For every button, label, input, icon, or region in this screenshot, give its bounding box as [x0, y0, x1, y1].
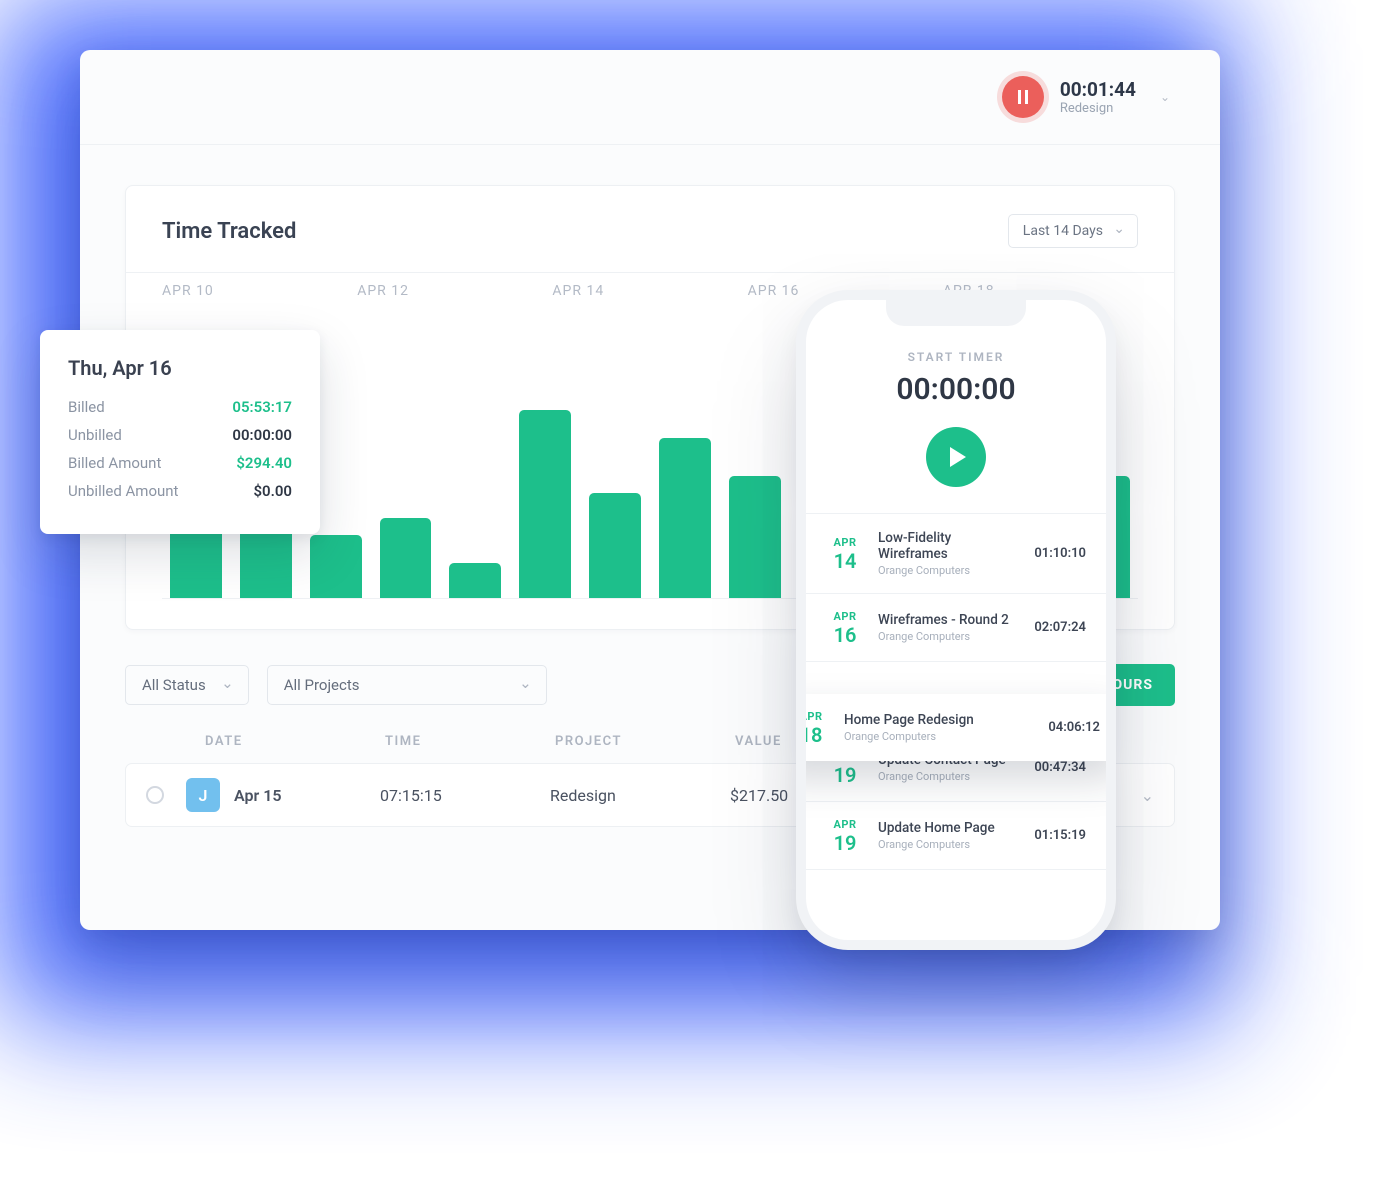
- avatar-letter: J: [199, 786, 208, 805]
- active-timer[interactable]: 00:01:44 Redesign ⌄: [1002, 76, 1170, 118]
- tooltip-row: Unbilled 00:00:00: [68, 426, 292, 444]
- status-select[interactable]: All Status: [125, 665, 249, 705]
- phone-entry[interactable]: APR 19 Update Home Page Orange Computers 01:…: [806, 802, 1106, 870]
- row-checkbox[interactable]: [146, 786, 164, 804]
- tooltip-row: Billed 05:53:17: [68, 398, 292, 416]
- entry-sub: Orange Computers: [878, 770, 1020, 783]
- cell-date: Apr 15: [234, 786, 380, 805]
- range-select[interactable]: Last 14 Days: [1008, 214, 1138, 248]
- start-timer-label: START TIMER: [806, 350, 1106, 364]
- tooltip-label: Unbilled: [68, 426, 122, 444]
- tooltip-label: Billed: [68, 398, 105, 416]
- entry-month: APR: [806, 710, 830, 723]
- tooltip-label: Billed Amount: [68, 454, 161, 472]
- entry-main: Wireframes - Round 2 Orange Computers: [878, 612, 1020, 643]
- entry-day: 18: [806, 725, 830, 745]
- entry-month: APR: [826, 536, 864, 549]
- entry-duration: 01:10:10: [1034, 546, 1086, 561]
- entry-duration: 01:15:19: [1034, 828, 1086, 843]
- pause-icon: [1018, 90, 1028, 104]
- project-select[interactable]: All Projects: [267, 665, 547, 705]
- chart-bar[interactable]: [380, 518, 432, 598]
- entry-main: Update Home Page Orange Computers: [878, 820, 1020, 851]
- chart-title: Time Tracked: [162, 219, 296, 244]
- status-label: All Status: [142, 676, 206, 694]
- range-label: Last 14 Days: [1023, 223, 1103, 239]
- play-button[interactable]: [926, 427, 986, 487]
- axis-tick: APR 16: [748, 283, 943, 299]
- phone-entry[interactable]: APR 16 Wireframes - Round 2 Orange Computer…: [806, 594, 1106, 662]
- entry-day: 14: [826, 551, 864, 571]
- th-project: PROJECT: [555, 734, 735, 749]
- axis-tick: APR 12: [357, 283, 552, 299]
- entry-date: APR 19: [826, 818, 864, 853]
- project-label: All Projects: [284, 676, 360, 694]
- timer-project-label: Redesign: [1060, 101, 1136, 116]
- chevron-down-icon[interactable]: ⌄: [1160, 90, 1170, 104]
- entry-date: APR 16: [826, 610, 864, 645]
- chart-bar[interactable]: [659, 438, 711, 598]
- th-date: DATE: [205, 734, 385, 749]
- timer-text: 00:01:44 Redesign: [1060, 78, 1136, 116]
- entry-date: APR 18: [806, 710, 830, 745]
- hours-button-label: HOURS: [1102, 677, 1153, 693]
- phone-mock: START TIMER 00:00:00 APR 14 Low-Fidelity W…: [806, 300, 1106, 940]
- tooltip-label: Unbilled Amount: [68, 482, 178, 500]
- entry-title: Low-Fidelity Wireframes: [878, 530, 1020, 562]
- axis-tick: APR 10: [162, 283, 357, 299]
- chart-header: Time Tracked Last 14 Days: [126, 186, 1174, 272]
- tooltip-row: Billed Amount $294.40: [68, 454, 292, 472]
- tooltip-value: $294.40: [236, 454, 292, 472]
- entry-day: 19: [826, 833, 864, 853]
- chart-bar[interactable]: [589, 493, 641, 598]
- entry-date: APR 14: [826, 536, 864, 571]
- entry-month: APR: [826, 818, 864, 831]
- chart-bar[interactable]: [310, 535, 362, 598]
- entry-duration: 02:07:24: [1034, 620, 1086, 635]
- entry-sub: Orange Computers: [878, 838, 1020, 851]
- chart-bar[interactable]: [519, 410, 571, 598]
- entry-day: 19: [826, 765, 864, 785]
- pause-button[interactable]: [1002, 76, 1044, 118]
- phone-entry-list: APR 14 Low-Fidelity Wireframes Orange Compu…: [806, 513, 1106, 870]
- phone-timer-value: 00:00:00: [806, 372, 1106, 407]
- chevron-down-icon[interactable]: ⌄: [1141, 786, 1154, 805]
- topbar: 00:01:44 Redesign ⌄: [80, 50, 1220, 145]
- axis-tick: APR 18: [943, 283, 1138, 299]
- entry-sub: Orange Computers: [878, 564, 1020, 577]
- timer-value: 00:01:44: [1060, 78, 1136, 101]
- chart-bar[interactable]: [449, 563, 501, 598]
- entry-sub: Orange Computers: [878, 630, 1020, 643]
- entry-day: 16: [826, 625, 864, 645]
- chart-tooltip: Thu, Apr 16 Billed 05:53:17 Unbilled 00:00:…: [40, 330, 320, 534]
- phone-entry[interactable]: APR 14 Low-Fidelity Wireframes Orange Compu…: [806, 514, 1106, 594]
- entry-title: Home Page Redesign: [844, 712, 1034, 728]
- entry-main: Low-Fidelity Wireframes Orange Computers: [878, 530, 1020, 577]
- axis-tick: APR 14: [552, 283, 747, 299]
- entry-title: Wireframes - Round 2: [878, 612, 1020, 628]
- entry-duration: 04:06:12: [1048, 720, 1100, 735]
- chart-x-axis: APR 10 APR 12 APR 14 APR 16 APR 18: [126, 272, 1174, 299]
- cell-project: Redesign: [550, 786, 730, 805]
- tooltip-value: 05:53:17: [232, 398, 292, 416]
- cell-time: 07:15:15: [380, 786, 550, 805]
- entry-title: Update Home Page: [878, 820, 1020, 836]
- entry-month: APR: [826, 610, 864, 623]
- tooltip-value: 00:00:00: [232, 426, 292, 444]
- chart-bar[interactable]: [729, 476, 781, 598]
- tooltip-value: $0.00: [253, 482, 292, 500]
- phone-entry-highlight[interactable]: APR 18 Home Page Redesign Orange Compute…: [806, 694, 1106, 761]
- tooltip-title: Thu, Apr 16: [68, 356, 292, 380]
- tooltip-row: Unbilled Amount $0.00: [68, 482, 292, 500]
- entry-duration: 00:47:34: [1034, 760, 1086, 775]
- th-time: TIME: [385, 734, 555, 749]
- phone-timer-area: START TIMER 00:00:00: [806, 326, 1106, 513]
- play-icon: [950, 447, 966, 467]
- entry-sub: Orange Computers: [844, 730, 1034, 743]
- avatar: J: [186, 778, 220, 812]
- phone-notch: [886, 300, 1026, 326]
- entry-main: Home Page Redesign Orange Computers: [844, 712, 1034, 743]
